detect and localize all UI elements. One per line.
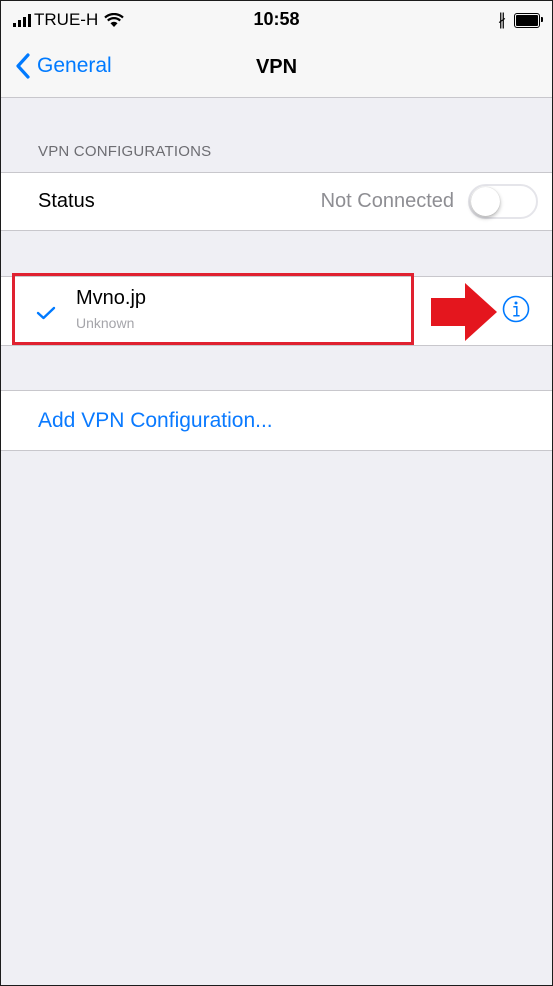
status-time: 10:58 bbox=[253, 9, 300, 29]
page-title: VPN bbox=[255, 56, 298, 78]
highlight-box bbox=[12, 273, 414, 345]
status-bar: TRUE-H 10:58 ∦ bbox=[1, 1, 552, 41]
navigation-bar: General VPN bbox=[1, 41, 552, 98]
vpn-toggle[interactable] bbox=[468, 184, 538, 219]
status-row: Status Not Connected bbox=[1, 172, 552, 231]
red-arrow-icon bbox=[431, 283, 497, 341]
battery-icon bbox=[514, 12, 543, 28]
section-header-vpn-configurations: VPN CONFIGURATIONS bbox=[38, 143, 212, 160]
status-bar-right: ∦ bbox=[498, 10, 543, 30]
add-vpn-configuration-row[interactable]: Add VPN Configuration... bbox=[1, 390, 552, 451]
info-icon[interactable] bbox=[502, 295, 530, 323]
add-vpn-configuration-button[interactable]: Add VPN Configuration... bbox=[38, 409, 273, 433]
bluetooth-icon: ∦ bbox=[498, 12, 506, 29]
status-value: Not Connected bbox=[320, 190, 454, 212]
status-label: Status bbox=[38, 190, 95, 212]
toggle-knob bbox=[471, 187, 500, 216]
screen: TRUE-H 10:58 ∦ General VPN VPN CONFIGURA… bbox=[0, 0, 553, 986]
